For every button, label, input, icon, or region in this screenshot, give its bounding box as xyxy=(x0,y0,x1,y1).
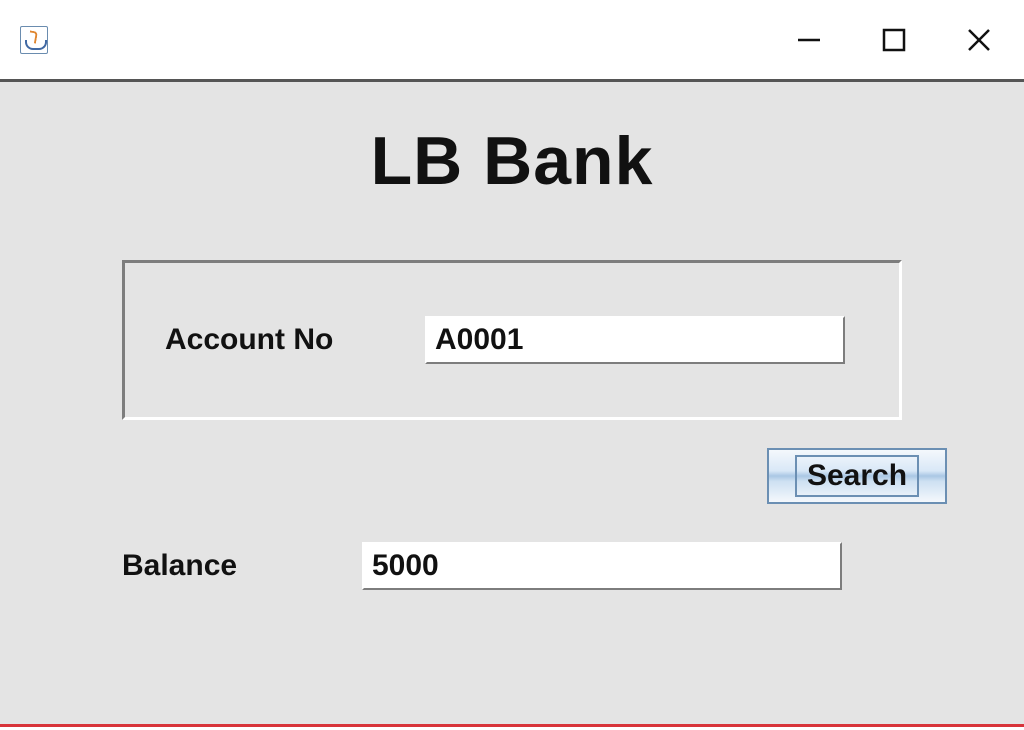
window-titlebar xyxy=(0,0,1024,82)
titlebar-left xyxy=(20,26,48,54)
balance-input[interactable] xyxy=(362,542,842,590)
account-no-input[interactable] xyxy=(425,316,845,364)
content-pane: LB Bank Account No Search Balance xyxy=(0,82,1024,727)
account-no-label: Account No xyxy=(165,323,425,357)
search-row: Search xyxy=(77,448,947,504)
maximize-button[interactable] xyxy=(879,25,909,55)
close-button[interactable] xyxy=(964,25,994,55)
window-controls xyxy=(794,25,994,55)
search-button[interactable]: Search xyxy=(767,448,947,504)
minimize-button[interactable] xyxy=(794,25,824,55)
balance-label: Balance xyxy=(122,549,362,583)
account-panel: Account No xyxy=(122,260,902,420)
java-icon xyxy=(20,26,48,54)
search-button-label: Search xyxy=(795,455,919,497)
balance-row: Balance xyxy=(102,542,922,590)
app-title: LB Bank xyxy=(0,122,1024,200)
bottom-divider xyxy=(0,724,1024,727)
